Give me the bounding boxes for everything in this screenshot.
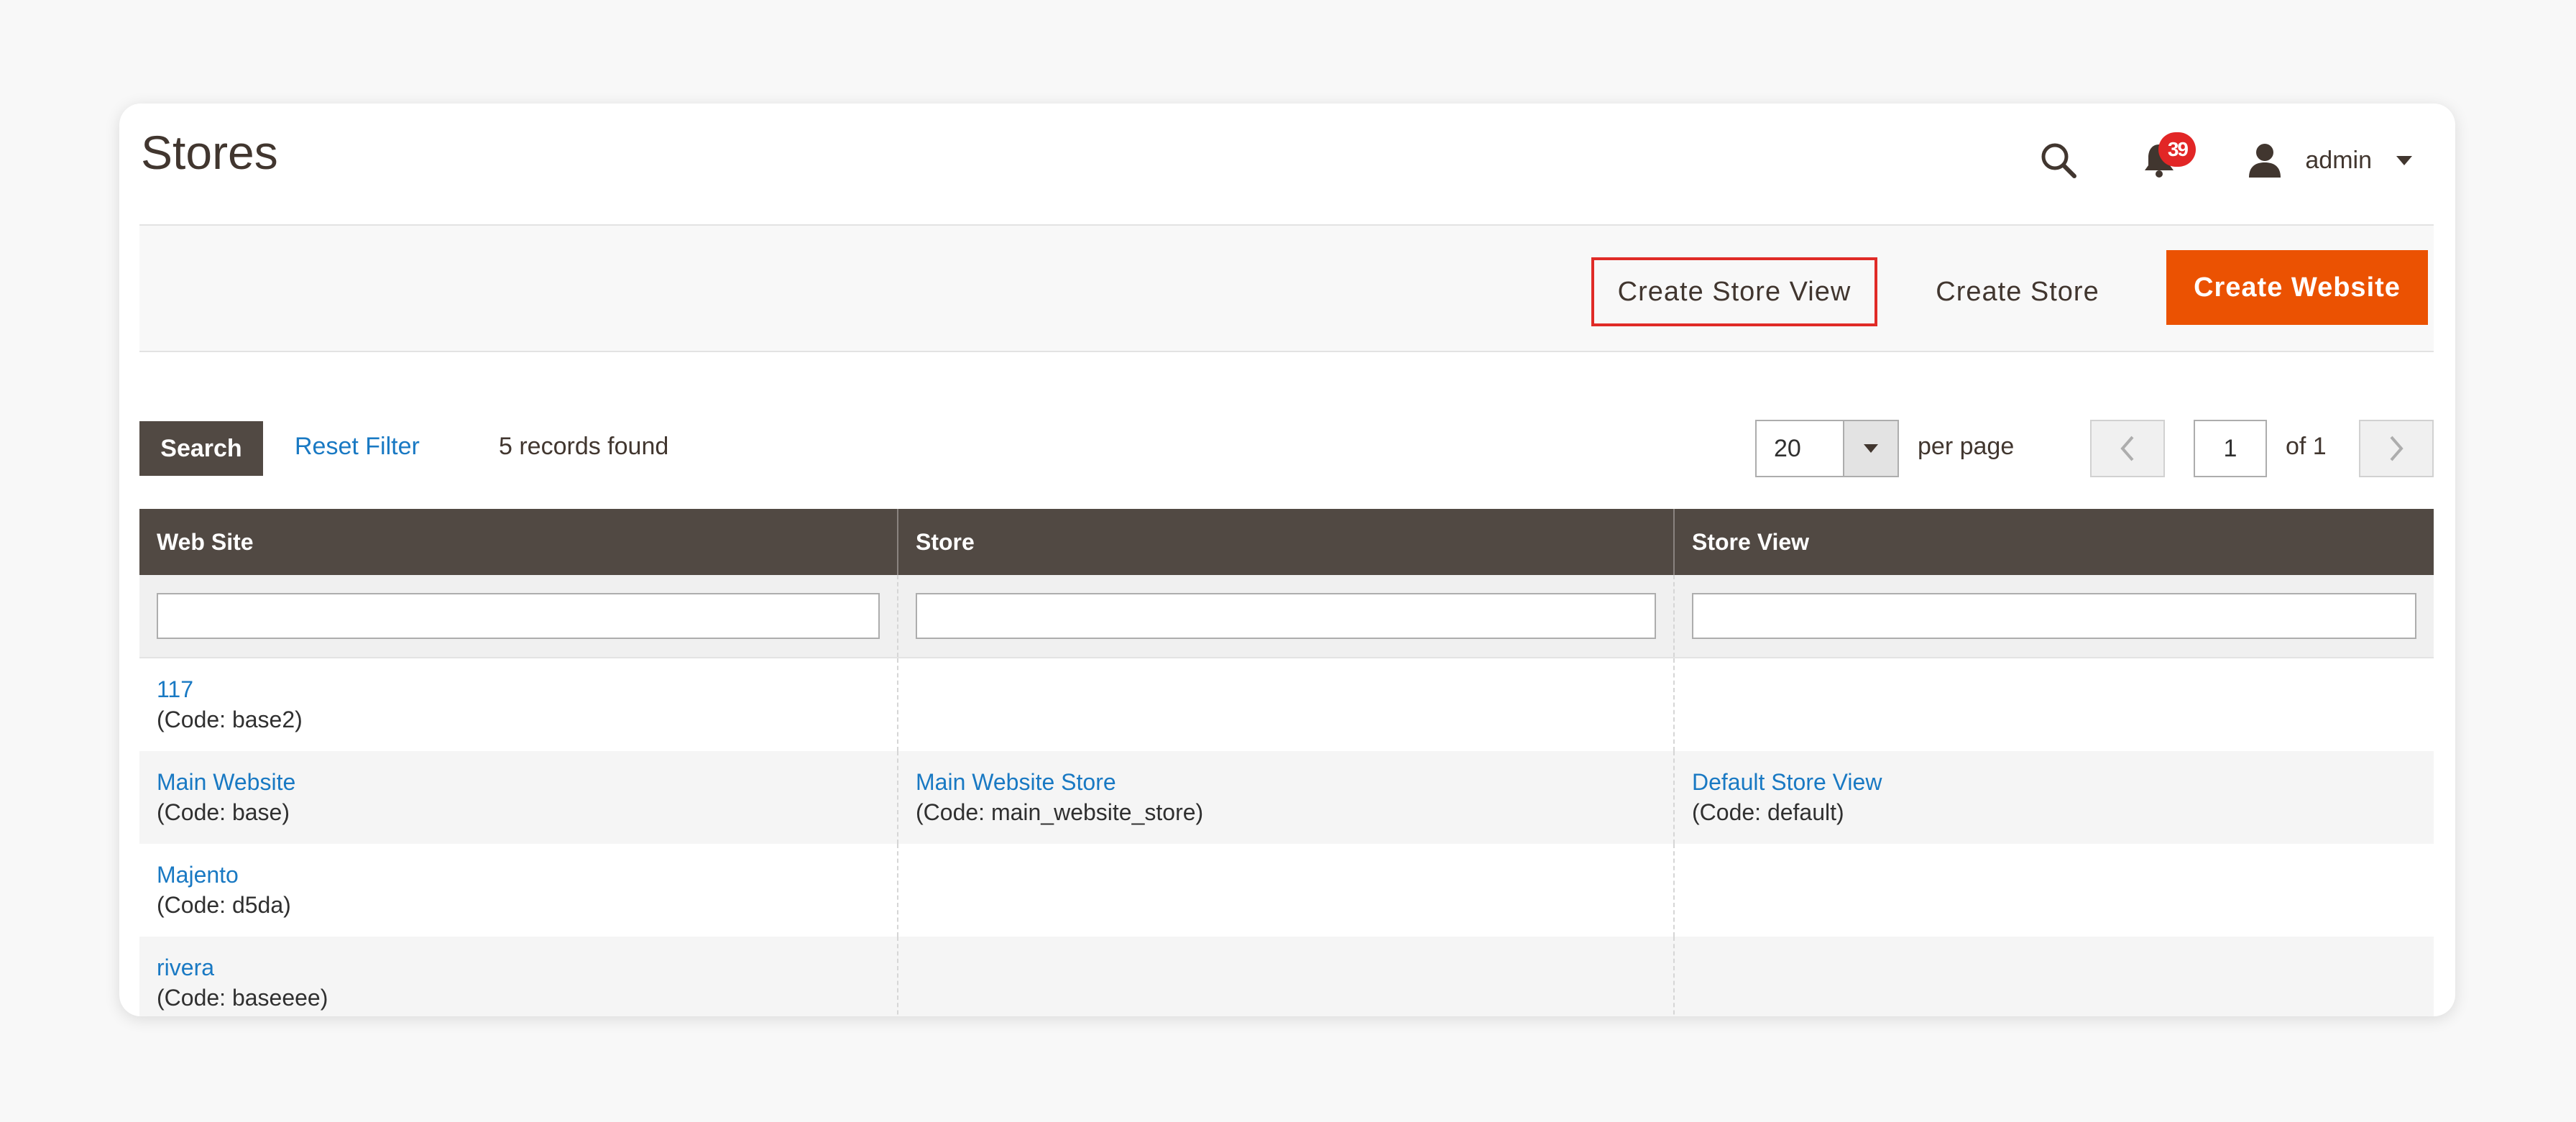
table-row: Majento (Code: d5da)	[139, 844, 2434, 937]
per-page-select[interactable]: 20	[1755, 420, 1899, 477]
per-page-label: per page	[1918, 433, 2015, 460]
caret-down-icon	[1864, 444, 1878, 453]
create-store-view-button[interactable]: Create Store View	[1591, 257, 1877, 326]
filter-cell	[1675, 575, 2434, 657]
grid-toolbar: Search Reset Filter 5 records found 20 p…	[139, 420, 2434, 477]
column-header-store[interactable]: Store	[898, 509, 1675, 575]
store-cell	[898, 844, 1675, 937]
chevron-right-icon	[2390, 436, 2404, 461]
website-link[interactable]: Main Website	[157, 767, 880, 797]
store-filter-input[interactable]	[916, 593, 1656, 639]
filter-cell	[898, 575, 1675, 657]
total-pages: of 1	[2286, 433, 2327, 460]
website-link[interactable]: rivera	[157, 952, 880, 983]
website-link[interactable]: 117	[157, 674, 880, 704]
filter-row	[139, 575, 2434, 658]
search-icon[interactable]	[2033, 135, 2084, 185]
store-view-cell	[1675, 844, 2434, 937]
per-page-dropdown-toggle[interactable]	[1843, 421, 1898, 476]
web-site-cell: 117 (Code: base2)	[139, 658, 898, 751]
grid-header: Web Site Store Store View	[139, 509, 2434, 575]
website-code: (Code: base)	[157, 799, 290, 825]
caret-down-icon	[2396, 155, 2412, 165]
table-row: Main Website (Code: base) Main Website S…	[139, 751, 2434, 844]
per-page-value: 20	[1774, 434, 1801, 462]
store-cell	[898, 658, 1675, 751]
store-view-cell: Default Store View (Code: default)	[1675, 751, 2434, 844]
next-page-button[interactable]	[2359, 420, 2434, 477]
stores-grid: Web Site Store Store View 117 (Code: bas…	[139, 509, 2434, 1016]
web-site-filter-input[interactable]	[157, 593, 880, 639]
prev-page-button[interactable]	[2090, 420, 2165, 477]
stores-panel: Stores 39 admin Create Store View Create…	[119, 104, 2455, 1016]
store-view-cell	[1675, 937, 2434, 1016]
store-view-link[interactable]: Default Store View	[1692, 767, 2416, 797]
page-title: Stores	[141, 126, 278, 179]
website-link[interactable]: Majento	[157, 860, 880, 890]
user-icon	[2242, 137, 2288, 183]
header-actions: 39 admin	[2033, 121, 2412, 200]
website-code: (Code: base2)	[157, 707, 303, 732]
web-site-cell: Majento (Code: d5da)	[139, 844, 898, 937]
user-menu[interactable]: admin	[2242, 137, 2412, 183]
web-site-cell: rivera (Code: baseeee)	[139, 937, 898, 1016]
website-code: (Code: d5da)	[157, 892, 291, 918]
reset-filter-link[interactable]: Reset Filter	[295, 433, 420, 461]
current-page-input[interactable]	[2194, 420, 2267, 477]
store-link[interactable]: Main Website Store	[916, 767, 1656, 797]
store-code: (Code: main_website_store)	[916, 799, 1204, 825]
records-found: 5 records found	[499, 433, 669, 460]
filter-cell	[139, 575, 898, 657]
column-header-web-site[interactable]: Web Site	[139, 509, 898, 575]
notifications-button[interactable]: 39	[2134, 132, 2196, 185]
create-website-button[interactable]: Create Website	[2166, 250, 2428, 325]
page-actions-bar: Create Store View Create Store Create We…	[139, 224, 2434, 352]
web-site-cell: Main Website (Code: base)	[139, 751, 898, 844]
search-button[interactable]: Search	[139, 421, 263, 476]
notification-badge: 39	[2158, 132, 2196, 167]
table-row: rivera (Code: baseeee)	[139, 937, 2434, 1016]
table-row: 117 (Code: base2)	[139, 658, 2434, 751]
user-name: admin	[2305, 146, 2372, 174]
store-view-cell	[1675, 658, 2434, 751]
website-code: (Code: baseeee)	[157, 985, 328, 1011]
store-view-code: (Code: default)	[1692, 799, 1844, 825]
store-view-filter-input[interactable]	[1692, 593, 2416, 639]
column-header-store-view[interactable]: Store View	[1675, 509, 2434, 575]
chevron-left-icon	[2120, 436, 2134, 461]
store-cell	[898, 937, 1675, 1016]
create-store-button[interactable]: Create Store	[1920, 257, 2115, 326]
store-cell: Main Website Store (Code: main_website_s…	[898, 751, 1675, 844]
